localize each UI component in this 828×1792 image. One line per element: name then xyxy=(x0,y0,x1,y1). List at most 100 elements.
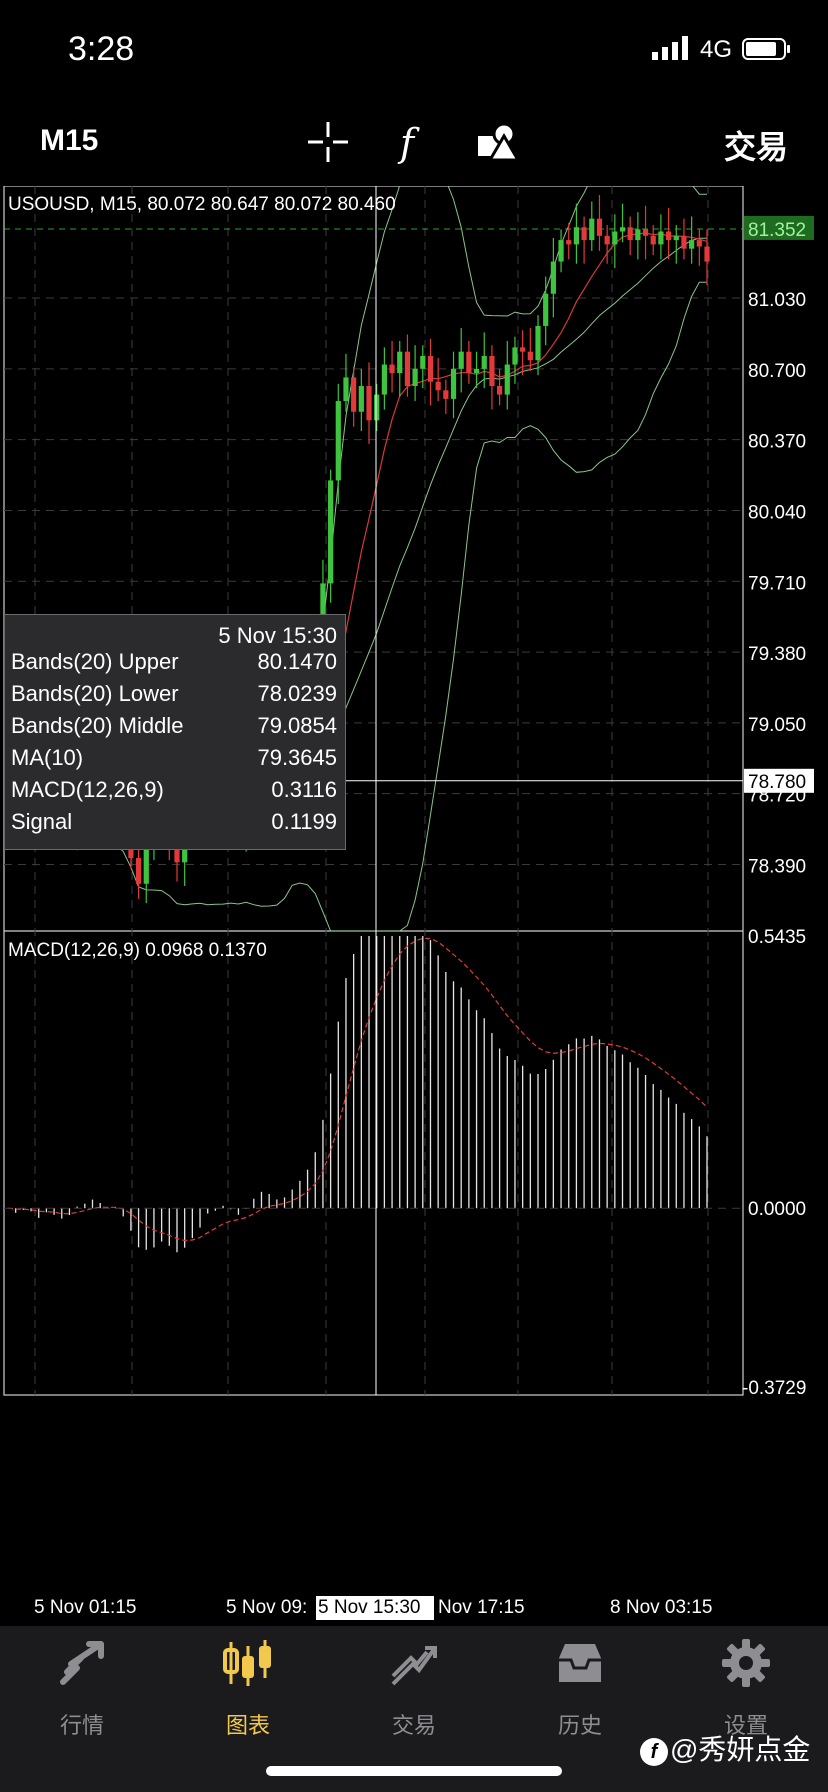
candle-body xyxy=(374,394,380,421)
crosshair-data-window: 5 Nov 15:30 Bands(20) Upper 80.1470 Band… xyxy=(4,614,346,850)
price-tick-label: 80.040 xyxy=(748,502,806,523)
candle-body xyxy=(497,386,503,395)
time-tick-label: Nov 17:15 xyxy=(438,1597,525,1618)
tab-chart[interactable]: 图表 xyxy=(178,1638,318,1738)
candle-body xyxy=(328,480,334,584)
candle-body xyxy=(435,381,441,391)
chart-candles-icon xyxy=(223,1640,271,1686)
chart-area[interactable]: 81.030 80.700 80.370 80.040 79.710 79.380 79.0… xyxy=(0,186,828,1626)
history-icon xyxy=(559,1644,601,1682)
candle-body xyxy=(535,325,541,361)
price-tick-label: 81.030 xyxy=(748,290,806,311)
tab-label: 交易 xyxy=(391,1713,436,1738)
candle-body xyxy=(343,377,349,402)
tab-label: 历史 xyxy=(557,1713,602,1738)
candle-body xyxy=(573,227,580,245)
svg-text:f: f xyxy=(397,121,420,165)
timeframe-button[interactable]: M15 xyxy=(40,124,98,158)
candle-body xyxy=(543,293,549,326)
cell-signal-icon xyxy=(652,36,688,60)
time-tick-label: 5 Nov 09: xyxy=(226,1597,307,1618)
candle-body xyxy=(404,351,411,387)
candle-body xyxy=(412,368,418,387)
status-bar: 3:28 4G xyxy=(0,0,828,100)
chart-toolbar: M15 f 交易 xyxy=(0,100,828,184)
battery-icon xyxy=(742,38,790,60)
data-value: 80.1470 xyxy=(257,649,337,674)
candle-body xyxy=(527,351,533,361)
candle-body xyxy=(504,364,510,395)
candle-body xyxy=(642,229,649,236)
watermark-text: @秀妍点金 xyxy=(670,1734,811,1765)
candle-body xyxy=(466,351,472,374)
candle-body xyxy=(512,347,518,365)
trade-button[interactable]: 交易 xyxy=(724,122,788,168)
tab-history[interactable]: 历史 xyxy=(510,1638,650,1738)
data-key: Bands(20) Lower xyxy=(11,681,179,706)
data-window-time: 5 Nov 15:30 xyxy=(218,623,337,648)
candle-body xyxy=(358,386,364,412)
data-row: MACD(12,26,9) 0.3116 xyxy=(11,777,337,809)
settings-gear-icon xyxy=(722,1639,770,1687)
data-row: Bands(20) Middle 79.0854 xyxy=(11,713,337,745)
candle-body xyxy=(389,364,395,374)
network-type: 4G xyxy=(700,36,733,63)
data-key: MACD(12,26,9) xyxy=(11,777,164,802)
candle-body xyxy=(397,351,403,374)
axes: 81.030 80.700 80.370 80.040 79.710 79.380 79.0… xyxy=(4,186,814,1620)
home-indicator[interactable] xyxy=(266,1766,562,1776)
candle-body xyxy=(381,364,387,395)
candle-body xyxy=(135,858,142,884)
data-key: Bands(20) Upper xyxy=(11,649,179,674)
candle-body xyxy=(681,235,687,249)
data-key: Signal xyxy=(11,809,73,834)
data-key: Bands(20) Middle xyxy=(11,713,184,738)
macd-histogram xyxy=(4,936,743,1253)
candle-body xyxy=(550,261,556,294)
candle-body xyxy=(443,390,449,399)
data-value: 79.3645 xyxy=(257,745,337,770)
macd-tick-label: 0.5435 xyxy=(748,927,806,948)
candle-body xyxy=(351,377,357,412)
price-chart[interactable]: 81.030 80.700 80.370 80.040 79.710 79.380 79.0… xyxy=(0,186,828,1626)
candle-body xyxy=(427,355,434,382)
candle-body xyxy=(635,229,641,241)
quotes-icon xyxy=(60,1641,104,1685)
function-icon[interactable]: f xyxy=(388,118,436,166)
price-tick-label: 80.370 xyxy=(748,432,806,453)
candle-body xyxy=(366,386,372,421)
price-tick-label: 80.700 xyxy=(748,361,806,382)
candle-body xyxy=(489,355,495,387)
data-key: MA(10) xyxy=(11,745,84,770)
candle-body xyxy=(558,240,564,262)
crosshair-icon[interactable] xyxy=(304,118,352,166)
macd-signal-line xyxy=(7,937,708,1242)
status-time: 3:28 xyxy=(68,30,135,68)
data-value: 0.1199 xyxy=(271,809,337,834)
crosshair-price-label: 78.780 xyxy=(748,772,806,793)
candle-body xyxy=(619,227,626,232)
macd-header: MACD(12,26,9) 0.0968 0.1370 xyxy=(8,940,267,961)
tab-quotes[interactable]: 行情 xyxy=(12,1638,152,1738)
objects-icon[interactable] xyxy=(474,118,522,166)
crosshair-time-label: 5 Nov 15:30 xyxy=(318,1597,420,1618)
watermark-logo-icon: f xyxy=(640,1737,668,1766)
candle-body xyxy=(704,246,710,262)
watermark: f @秀妍点金 xyxy=(640,1728,810,1768)
data-row: MA(10) 79.3645 xyxy=(11,745,337,777)
price-tick-label: 79.050 xyxy=(748,715,806,736)
data-value: 78.0239 xyxy=(257,681,337,706)
tab-settings[interactable]: 设置 xyxy=(676,1638,816,1738)
data-row: Signal 0.1199 xyxy=(11,809,337,841)
data-row: Bands(20) Upper 80.1470 xyxy=(11,649,337,681)
candle-body xyxy=(420,355,426,369)
data-value: 79.0854 xyxy=(257,713,337,738)
candle-body xyxy=(450,368,457,399)
candle-body xyxy=(604,235,610,245)
candle-body xyxy=(566,240,572,245)
macd-tick-label: 0.0000 xyxy=(748,1199,806,1220)
candle-body xyxy=(473,368,480,374)
candle-body xyxy=(650,235,656,245)
candle-body xyxy=(520,347,526,352)
tab-trade[interactable]: 交易 xyxy=(344,1638,484,1738)
